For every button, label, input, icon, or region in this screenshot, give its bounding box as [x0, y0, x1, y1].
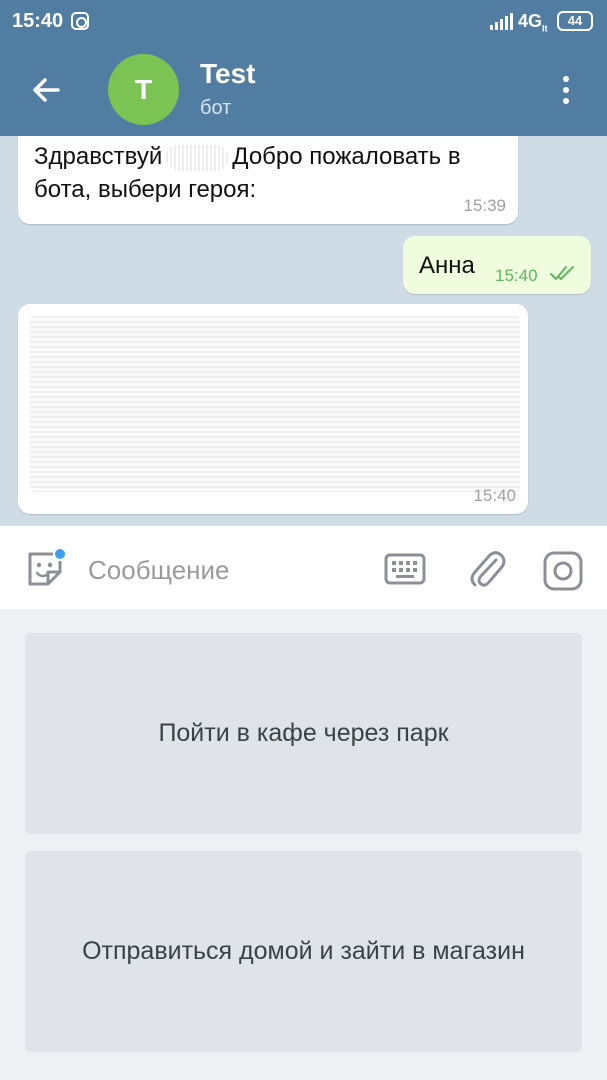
- bot-keyboard-button[interactable]: Отправиться домой и зайти в магазин: [25, 851, 582, 1052]
- more-vert-icon[interactable]: [554, 72, 578, 108]
- network-type: 4Glt: [518, 11, 548, 34]
- back-arrow-icon[interactable]: [28, 72, 64, 108]
- status-bar: 15:40 4Glt 44: [0, 0, 607, 44]
- redacted-text: [30, 316, 520, 492]
- paperclip-icon[interactable]: [466, 546, 506, 592]
- status-time: 15:40: [12, 10, 64, 32]
- message-text: Анна: [419, 252, 475, 279]
- instagram-icon: [71, 12, 89, 30]
- message-input[interactable]: [88, 550, 368, 590]
- avatar[interactable]: T: [108, 54, 179, 125]
- message-time: 15:40: [495, 266, 538, 285]
- bot-keyboard-button[interactable]: Пойти в кафе через парк: [25, 633, 582, 834]
- chat-header: T Test бот: [0, 44, 607, 136]
- bot-keyboard: Пойти в кафе через парк Отправиться домо…: [0, 609, 607, 1080]
- camera-icon[interactable]: [542, 550, 584, 592]
- signal-icon: [490, 13, 513, 30]
- message-bubble-incoming[interactable]: 15:40: [18, 304, 528, 514]
- notification-dot: [53, 547, 67, 561]
- chat-title[interactable]: Test: [200, 58, 256, 90]
- keyboard-icon[interactable]: [384, 551, 426, 587]
- double-check-icon: [550, 266, 574, 281]
- message-time: 15:39: [463, 196, 506, 215]
- message-bubble-incoming[interactable]: Здравствуй Добро пожаловать в бота, выбер…: [18, 136, 518, 224]
- message-list[interactable]: Здравствуй Добро пожаловать в бота, выбер…: [0, 136, 607, 525]
- message-text: Здравствуй Добро пожаловать в бота, выбер…: [34, 143, 461, 203]
- message-composer: [0, 525, 607, 609]
- redacted-name: [166, 144, 229, 171]
- battery-level: 44: [557, 11, 593, 31]
- message-time: 15:40: [473, 486, 516, 505]
- message-bubble-outgoing[interactable]: Анна 15:40: [403, 236, 591, 294]
- chat-subtitle: бот: [200, 97, 232, 119]
